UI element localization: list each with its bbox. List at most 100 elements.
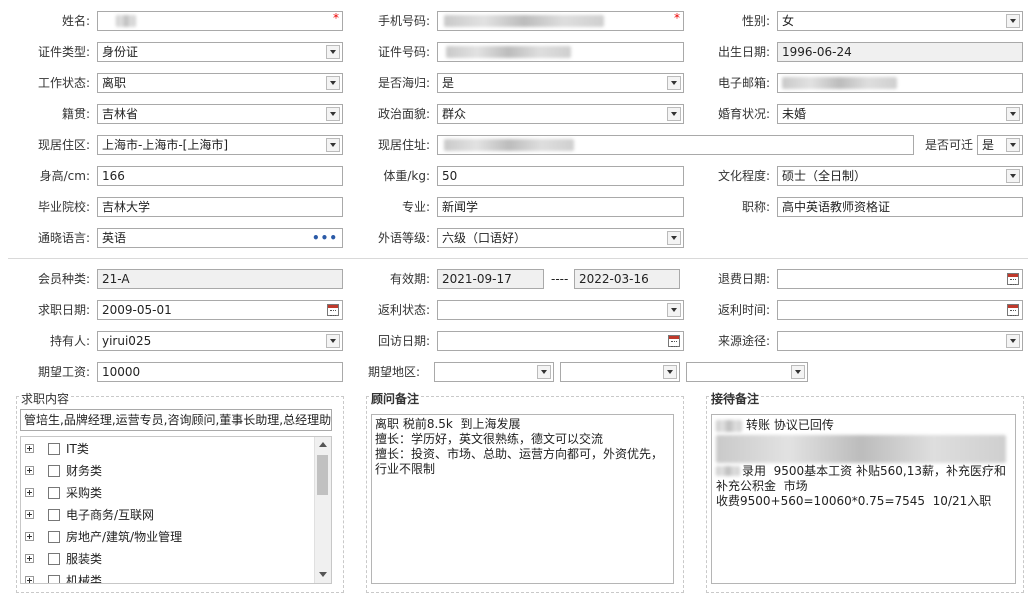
rebate-status-select[interactable] bbox=[437, 300, 684, 320]
calendar-icon[interactable] bbox=[327, 304, 339, 316]
chevron-down-icon[interactable] bbox=[1006, 107, 1020, 121]
major-value: 新闻学 bbox=[442, 200, 479, 214]
expand-icon[interactable] bbox=[25, 510, 34, 519]
scroll-down-icon[interactable] bbox=[319, 572, 327, 577]
checkbox[interactable] bbox=[48, 575, 60, 583]
chevron-down-icon[interactable] bbox=[791, 365, 805, 379]
reception-redacted-1 bbox=[716, 420, 742, 432]
school-label: 毕业院校: bbox=[37, 200, 90, 214]
residence-area-select[interactable]: 上海市-上海市-[上海市] bbox=[97, 135, 343, 155]
id-type-select[interactable]: 身份证 bbox=[97, 42, 343, 62]
job-content-summary[interactable]: 管培生,品牌经理,运营专员,咨询顾问,董事长助理,总经理助 bbox=[20, 409, 332, 431]
tree-node-label: 采购类 bbox=[66, 486, 103, 500]
checkbox[interactable] bbox=[48, 553, 60, 565]
reception-note-textarea[interactable]: 转账 协议已回传 录用 9500基本工资 补贴560,13薪，补充医疗和补充公积… bbox=[711, 414, 1016, 584]
scroll-up-icon[interactable] bbox=[319, 442, 327, 447]
tree-node[interactable]: IT类 bbox=[21, 438, 316, 460]
relocate-value: 是 bbox=[982, 138, 995, 152]
job-category-tree[interactable]: IT类 财务类 采购类 电子商务/互联网 房地产/建筑/物业管理 服装类 机械类 bbox=[20, 436, 332, 584]
chevron-down-icon[interactable] bbox=[537, 365, 551, 379]
chevron-down-icon[interactable] bbox=[1006, 169, 1020, 183]
checkbox[interactable] bbox=[48, 531, 60, 543]
major-field[interactable]: 新闻学 bbox=[437, 197, 684, 217]
expand-icon[interactable] bbox=[25, 532, 34, 541]
expand-icon[interactable] bbox=[25, 554, 34, 563]
expand-icon[interactable] bbox=[25, 488, 34, 497]
chevron-down-icon[interactable] bbox=[667, 107, 681, 121]
phone-label: 手机号码: bbox=[377, 14, 430, 28]
calendar-icon[interactable] bbox=[668, 335, 680, 347]
chevron-down-icon[interactable] bbox=[326, 138, 340, 152]
gender-select[interactable]: 女 bbox=[777, 11, 1023, 31]
chevron-down-icon[interactable] bbox=[667, 231, 681, 245]
checkbox[interactable] bbox=[48, 509, 60, 521]
chevron-down-icon[interactable] bbox=[326, 107, 340, 121]
relocate-label: 是否可迁 bbox=[924, 138, 973, 152]
required-asterisk: * bbox=[333, 11, 339, 25]
job-content-title: 求职内容 bbox=[20, 390, 71, 407]
school-field[interactable]: 吉林大学 bbox=[97, 197, 343, 217]
holder-select[interactable]: yirui025 bbox=[97, 331, 343, 351]
weight-label: 体重/kg: bbox=[383, 169, 430, 183]
expand-icon[interactable] bbox=[25, 466, 34, 475]
job-date-field[interactable]: 2009-05-01 bbox=[97, 300, 343, 320]
language-field[interactable]: 英语 ••• bbox=[97, 228, 343, 248]
calendar-icon[interactable] bbox=[1007, 273, 1019, 285]
chevron-down-icon[interactable] bbox=[667, 303, 681, 317]
address-field[interactable] bbox=[437, 135, 914, 155]
tree-node[interactable]: 财务类 bbox=[21, 460, 316, 482]
tree-node[interactable]: 采购类 bbox=[21, 482, 316, 504]
job-date-label: 求职日期: bbox=[37, 303, 90, 317]
weight-field[interactable]: 50 bbox=[437, 166, 684, 186]
scrollbar-thumb[interactable] bbox=[317, 455, 328, 495]
visit-date-field[interactable] bbox=[437, 331, 684, 351]
chevron-down-icon[interactable] bbox=[1006, 334, 1020, 348]
refund-date-field[interactable] bbox=[777, 269, 1023, 289]
job-title-field[interactable]: 高中英语教师资格证 bbox=[777, 197, 1023, 217]
checkbox[interactable] bbox=[48, 487, 60, 499]
id-number-field[interactable] bbox=[437, 42, 684, 62]
more-options-icon[interactable]: ••• bbox=[312, 229, 338, 247]
member-type-value: 21-A bbox=[102, 272, 130, 286]
chevron-down-icon[interactable] bbox=[663, 365, 677, 379]
phone-field[interactable]: * bbox=[437, 11, 684, 31]
valid-to-field: 2022-03-16 bbox=[574, 269, 680, 289]
relocate-select[interactable]: 是 bbox=[977, 135, 1023, 155]
political-status-select[interactable]: 群众 bbox=[437, 104, 684, 124]
checkbox[interactable] bbox=[48, 443, 60, 455]
calendar-icon[interactable] bbox=[1007, 304, 1019, 316]
tree-scrollbar[interactable] bbox=[314, 437, 331, 583]
native-place-select[interactable]: 吉林省 bbox=[97, 104, 343, 124]
chevron-down-icon[interactable] bbox=[667, 76, 681, 90]
expand-icon[interactable] bbox=[25, 576, 34, 583]
education-select[interactable]: 硕士（全日制） bbox=[777, 166, 1023, 186]
tree-node[interactable]: 电子商务/互联网 bbox=[21, 504, 316, 526]
id-type-value: 身份证 bbox=[102, 45, 139, 59]
name-field[interactable]: * bbox=[97, 11, 343, 31]
tree-node[interactable]: 房地产/建筑/物业管理 bbox=[21, 526, 316, 548]
chevron-down-icon[interactable] bbox=[1006, 14, 1020, 28]
checkbox[interactable] bbox=[48, 465, 60, 477]
tree-node[interactable]: 机械类 bbox=[21, 570, 316, 583]
height-field[interactable]: 166 bbox=[97, 166, 343, 186]
chevron-down-icon[interactable] bbox=[326, 45, 340, 59]
work-status-select[interactable]: 离职 bbox=[97, 73, 343, 93]
region-select-city[interactable] bbox=[560, 362, 680, 382]
rebate-time-field[interactable] bbox=[777, 300, 1023, 320]
chevron-down-icon[interactable] bbox=[326, 76, 340, 90]
salary-field[interactable]: 10000 bbox=[97, 362, 343, 382]
region-select-district[interactable] bbox=[686, 362, 808, 382]
expand-icon[interactable] bbox=[25, 444, 34, 453]
consultant-note-textarea[interactable]: 离职 税前8.5k 到上海发展 擅长：学历好，英文很熟练，德文可以交流 擅长：投… bbox=[371, 414, 674, 584]
email-field[interactable] bbox=[777, 73, 1023, 93]
chevron-down-icon[interactable] bbox=[326, 334, 340, 348]
chevron-down-icon[interactable] bbox=[1006, 138, 1020, 152]
id-number-redacted bbox=[446, 46, 571, 58]
visit-date-label: 回访日期: bbox=[377, 334, 430, 348]
returnee-select[interactable]: 是 bbox=[437, 73, 684, 93]
tree-node[interactable]: 服装类 bbox=[21, 548, 316, 570]
region-select-province[interactable] bbox=[434, 362, 554, 382]
language-level-select[interactable]: 六级（口语好） bbox=[437, 228, 684, 248]
source-select[interactable] bbox=[777, 331, 1023, 351]
marital-status-select[interactable]: 未婚 bbox=[777, 104, 1023, 124]
